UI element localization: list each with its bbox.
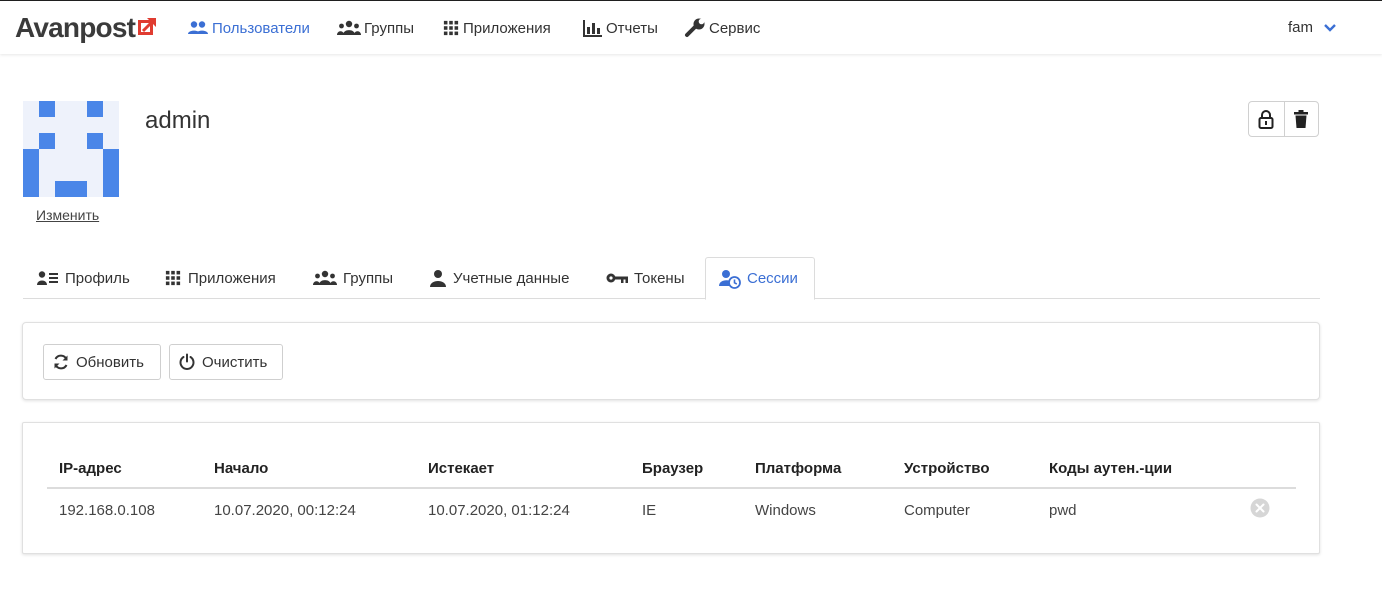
user-clock-icon (719, 269, 741, 289)
column-header-device: Устройство (904, 460, 990, 477)
tab-profile-label: Профиль (65, 269, 130, 287)
column-header-browser: Браузер (642, 460, 704, 477)
brand-name: Avanpost (15, 12, 136, 43)
column-header-expires: Истекает (428, 460, 495, 477)
trash-icon (1294, 110, 1309, 128)
nav-apps-label: Приложения (463, 19, 551, 37)
terminate-session-icon[interactable] (1250, 498, 1270, 518)
refresh-button[interactable]: Обновить (43, 344, 161, 380)
group-icon (313, 270, 337, 285)
column-header-ip: IP-адрес (59, 460, 122, 477)
nav-service[interactable]: Сервис (684, 16, 760, 40)
tab-profile[interactable]: Профиль (37, 257, 130, 299)
clear-button-label: Очистить (202, 353, 268, 371)
nav-service-label: Сервис (709, 19, 761, 37)
nav-reports-label: Отчеты (606, 19, 658, 37)
tab-applications-label: Приложения (188, 269, 276, 287)
nav-groups[interactable]: Группы (337, 16, 414, 40)
tab-groups[interactable]: Группы (313, 257, 393, 299)
brand-logo[interactable]: Avanpost (15, 13, 157, 43)
page-title: admin (145, 107, 211, 134)
apps-grid-icon (165, 270, 181, 286)
current-user-name: fam (1288, 19, 1314, 36)
nav-groups-label: Группы (364, 19, 414, 37)
cell-ip: 192.168.0.108 (59, 502, 155, 519)
column-header-start: Начало (214, 460, 269, 477)
sessions-table: IP-адрес Начало Истекает Браузер Платфор… (22, 422, 1320, 554)
user-icon (430, 270, 446, 287)
clear-button[interactable]: Очистить (169, 344, 283, 380)
lock-icon (1258, 110, 1274, 129)
tab-tokens-label: Токены (634, 269, 685, 287)
cell-auth-codes: pwd (1049, 502, 1077, 519)
table-header-divider (47, 487, 1296, 489)
key-icon (606, 273, 628, 283)
tab-credentials-label: Учетные данные (453, 269, 570, 287)
cell-device: Computer (904, 502, 970, 519)
users-icon (188, 21, 208, 34)
avatar (23, 101, 119, 197)
cell-platform: Windows (755, 502, 816, 519)
refresh-button-label: Обновить (76, 353, 144, 371)
nav-reports[interactable]: Отчеты (583, 16, 658, 40)
user-menu[interactable]: fam (1288, 19, 1337, 36)
bar-chart-icon (583, 20, 602, 37)
session-actions-panel: Обновить Очистить (22, 322, 1320, 400)
profile-card-icon (37, 271, 58, 285)
logo-arrow-icon (138, 17, 157, 35)
tab-groups-label: Группы (343, 269, 393, 287)
profile-tabs: Профиль Приложения Группы Учетные данные… (23, 257, 1320, 300)
tab-sessions[interactable]: Сессии (705, 257, 815, 300)
nav-users-label: Пользователи (212, 19, 310, 37)
wrench-icon (685, 18, 705, 37)
apps-grid-icon (443, 20, 459, 36)
tab-tokens[interactable]: Токены (606, 257, 684, 299)
delete-button[interactable] (1283, 102, 1319, 136)
chevron-down-icon (1324, 23, 1336, 32)
group-icon (337, 20, 361, 35)
lock-button[interactable] (1249, 102, 1284, 136)
column-header-auth-codes: Коды аутен.-ции (1049, 460, 1173, 477)
refresh-icon (54, 354, 68, 370)
column-header-platform: Платформа (755, 460, 842, 477)
top-navbar: Avanpost Пользователи Группы Приложения (0, 0, 1382, 54)
nav-users[interactable]: Пользователи (187, 16, 310, 40)
tab-sessions-label: Сессии (747, 270, 798, 287)
profile-actions (1248, 101, 1319, 137)
cell-browser: IE (642, 502, 657, 519)
cell-start: 10.07.2020, 00:12:24 (214, 502, 356, 519)
power-icon (179, 353, 195, 370)
tab-applications[interactable]: Приложения (164, 257, 276, 299)
nav-apps[interactable]: Приложения (442, 16, 551, 40)
tab-credentials[interactable]: Учетные данные (429, 257, 569, 299)
cell-expires: 10.07.2020, 01:12:24 (428, 502, 570, 519)
change-avatar-link[interactable]: Изменить (36, 207, 99, 223)
